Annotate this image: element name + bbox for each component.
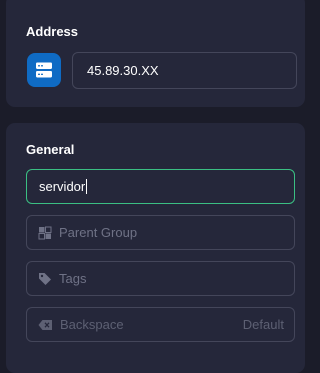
parent-group-placeholder: Parent Group bbox=[59, 225, 138, 240]
parent-group-field[interactable]: Parent Group bbox=[26, 215, 295, 250]
backspace-icon bbox=[38, 319, 53, 331]
address-title: Address bbox=[26, 24, 79, 39]
address-input[interactable]: 45.89.30.XX bbox=[72, 52, 297, 89]
text-cursor bbox=[86, 179, 88, 194]
general-section: General servidor Parent Group Tags Backs… bbox=[6, 123, 305, 373]
group-icon bbox=[38, 226, 52, 240]
backspace-field[interactable]: Backspace Default bbox=[26, 307, 295, 342]
tags-field[interactable]: Tags bbox=[26, 261, 295, 296]
address-section: Address 45.89.30.XX bbox=[6, 0, 305, 107]
address-value: 45.89.30.XX bbox=[87, 63, 159, 78]
backspace-default-label: Default bbox=[242, 317, 284, 332]
tags-placeholder: Tags bbox=[59, 271, 87, 286]
backspace-placeholder: Backspace bbox=[60, 317, 124, 332]
server-icon bbox=[27, 53, 61, 87]
name-value: servidor bbox=[39, 179, 86, 194]
tag-icon bbox=[38, 272, 52, 286]
general-title: General bbox=[26, 142, 75, 157]
name-input[interactable]: servidor bbox=[26, 169, 295, 204]
